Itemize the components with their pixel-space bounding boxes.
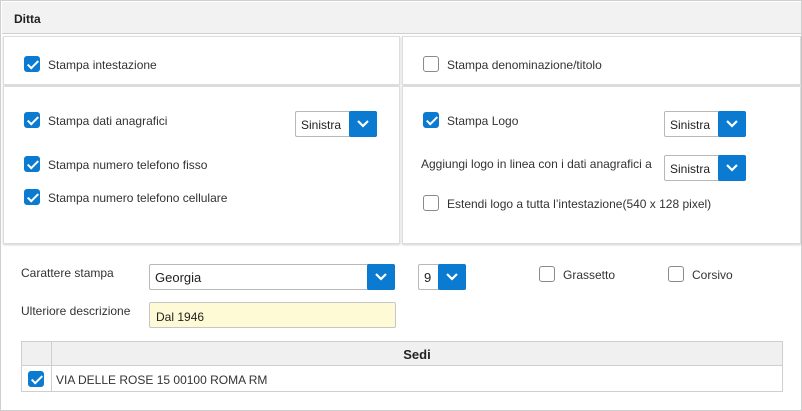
font-size-select[interactable]: 9 bbox=[418, 264, 466, 290]
ulteriore-descrizione-input[interactable]: Dal 1946 bbox=[149, 302, 396, 328]
font-size-value: 9 bbox=[424, 270, 432, 285]
chevron-down-icon[interactable] bbox=[718, 111, 746, 137]
panel-anagrafica: Stampa dati anagrafici Sinistra Stampa n… bbox=[3, 86, 400, 244]
logo-in-linea-label: Aggiungi logo in linea con i dati anagra… bbox=[421, 157, 652, 171]
section-header: Ditta bbox=[2, 2, 801, 34]
sede-row-checkbox[interactable] bbox=[28, 371, 44, 387]
font-family-select[interactable]: Georgia bbox=[149, 264, 395, 290]
stampa-dati-anagrafici-checkbox[interactable] bbox=[24, 112, 40, 128]
stampa-dati-anagrafici-label: Stampa dati anagrafici bbox=[48, 114, 168, 128]
font-family-value: Georgia bbox=[155, 270, 202, 285]
stampa-denominazione-checkbox[interactable] bbox=[423, 56, 439, 72]
ulteriore-descrizione-value: Dal 1946 bbox=[156, 310, 205, 324]
panel-intestazione: Stampa intestazione bbox=[3, 36, 400, 85]
stampa-telefono-cellulare-label: Stampa numero telefono cellulare bbox=[48, 191, 228, 205]
sedi-table: Sedi VIA DELLE ROSE 15 00100 ROMA RM bbox=[21, 341, 783, 392]
table-row[interactable]: VIA DELLE ROSE 15 00100 ROMA RM bbox=[22, 367, 782, 391]
stampa-logo-label: Stampa Logo bbox=[447, 114, 519, 128]
sedi-table-header: Sedi bbox=[22, 342, 782, 366]
stampa-intestazione-label: Stampa intestazione bbox=[48, 58, 157, 72]
logo-in-linea-select[interactable]: Sinistra bbox=[664, 155, 746, 181]
sede-address: VIA DELLE ROSE 15 00100 ROMA RM bbox=[56, 373, 268, 387]
stampa-telefono-fisso-checkbox[interactable] bbox=[24, 156, 40, 172]
estendi-logo-checkbox[interactable] bbox=[423, 195, 439, 211]
chevron-down-icon[interactable] bbox=[438, 264, 466, 290]
panel-logo: Stampa Logo Sinistra Aggiungi logo in li… bbox=[402, 86, 801, 244]
chevron-down-icon[interactable] bbox=[718, 155, 746, 181]
grassetto-checkbox[interactable] bbox=[539, 266, 555, 282]
stampa-telefono-fisso-label: Stampa numero telefono fisso bbox=[48, 158, 208, 172]
stampa-denominazione-label: Stampa denominazione/titolo bbox=[447, 58, 602, 72]
chevron-down-icon[interactable] bbox=[367, 264, 395, 290]
panel-denominazione: Stampa denominazione/titolo bbox=[402, 36, 801, 85]
stampa-logo-checkbox[interactable] bbox=[423, 112, 439, 128]
anagrafica-alignment-value: Sinistra bbox=[301, 118, 342, 132]
estendi-logo-label: Estendi logo a tutta l’intestazione(540 … bbox=[447, 197, 712, 211]
ditta-form: Ditta Stampa intestazione Stampa denomin… bbox=[0, 0, 802, 411]
sedi-header-label: Sedi bbox=[403, 347, 431, 362]
grassetto-label: Grassetto bbox=[563, 268, 616, 282]
carattere-stampa-label: Carattere stampa bbox=[21, 266, 114, 280]
section-title: Ditta bbox=[14, 12, 41, 26]
logo-in-linea-value: Sinistra bbox=[670, 162, 711, 176]
stampa-intestazione-checkbox[interactable] bbox=[24, 56, 40, 72]
anagrafica-alignment-select[interactable]: Sinistra bbox=[295, 111, 377, 137]
corsivo-checkbox[interactable] bbox=[668, 266, 684, 282]
logo-alignment-value: Sinistra bbox=[670, 118, 711, 132]
stampa-telefono-cellulare-checkbox[interactable] bbox=[24, 189, 40, 205]
ulteriore-descrizione-label: Ulteriore descrizione bbox=[21, 304, 131, 318]
logo-alignment-select[interactable]: Sinistra bbox=[664, 111, 746, 137]
chevron-down-icon[interactable] bbox=[349, 111, 377, 137]
corsivo-label: Corsivo bbox=[692, 268, 733, 282]
